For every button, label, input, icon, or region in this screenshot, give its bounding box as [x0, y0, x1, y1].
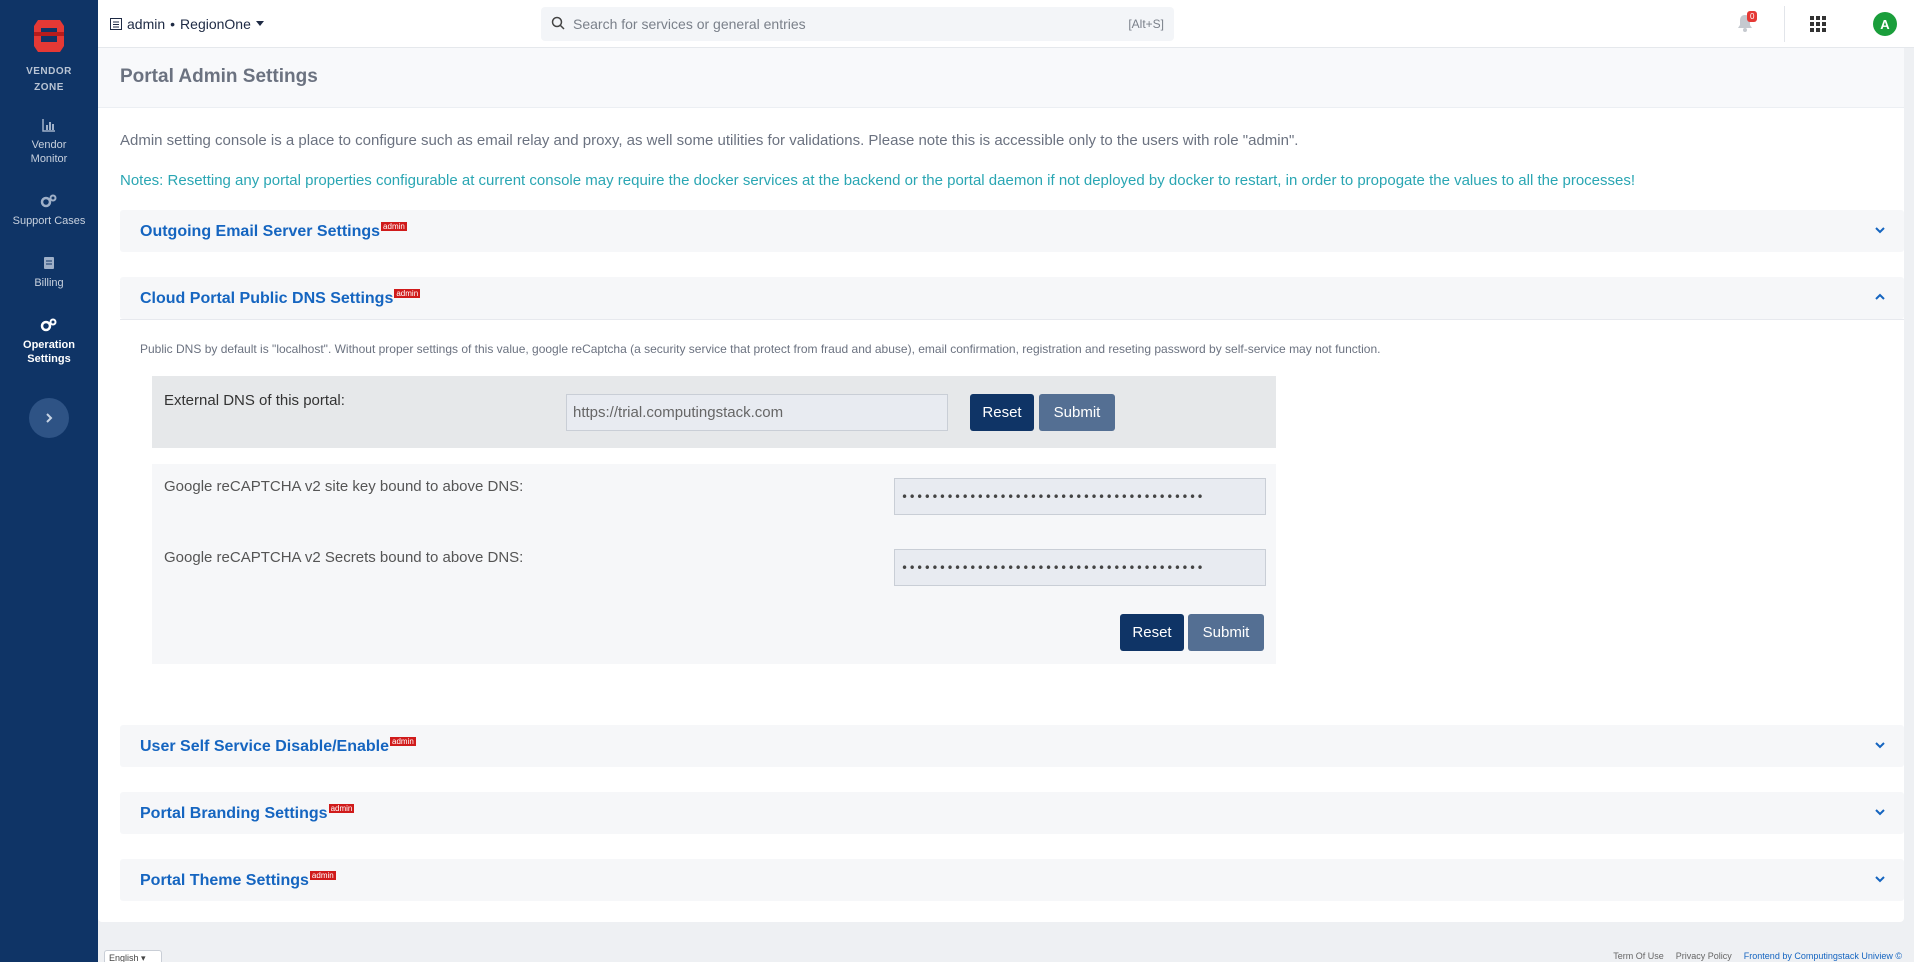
accordion-title: Portal Theme Settings admin: [140, 871, 336, 889]
admin-tag: admin: [309, 871, 336, 880]
sidebar-item-billing[interactable]: Billing: [0, 256, 98, 290]
separator-dot: •: [170, 16, 176, 32]
chevron-up-icon: [1875, 293, 1885, 300]
accordion-public-dns[interactable]: Cloud Portal Public DNS Settings admin: [120, 277, 1904, 319]
sidebar: VENDOR ZONE Vendor Monitor Support Cases…: [0, 0, 98, 962]
external-dns-input[interactable]: [566, 394, 948, 431]
vendor-logo-icon[interactable]: [32, 16, 66, 54]
accordion-title: Outgoing Email Server Settings admin: [140, 222, 407, 240]
accordion-title: User Self Service Disable/Enable admin: [140, 737, 416, 755]
admin-tag: admin: [390, 737, 416, 746]
brand-name: VENDOR ZONE: [26, 66, 72, 93]
accordion-title: Portal Branding Settings admin: [140, 804, 355, 822]
sidebar-item-operation-settings[interactable]: Operation Settings: [0, 318, 98, 366]
recaptcha-reset-button[interactable]: Reset: [1120, 614, 1184, 651]
page-title: Portal Admin Settings: [120, 66, 318, 87]
external-dns-label: External DNS of this portal:: [164, 392, 345, 409]
caret-down-icon: [255, 21, 264, 26]
accordion-outgoing-email[interactable]: Outgoing Email Server Settings admin: [120, 210, 1904, 252]
document-icon: [44, 257, 54, 269]
region-selector[interactable]: admin • RegionOne: [110, 16, 264, 32]
recaptcha-site-key-label: Google reCAPTCHA v2 site key bound to ab…: [164, 478, 524, 495]
search-input[interactable]: [573, 7, 1053, 41]
privacy-link[interactable]: Privacy Policy: [1676, 951, 1732, 961]
divider: [1784, 6, 1785, 42]
external-dns-form: External DNS of this portal: Reset Submi…: [152, 376, 1276, 448]
search-icon: [551, 16, 565, 30]
recaptcha-submit-button[interactable]: Submit: [1188, 614, 1264, 651]
footer-links: Term Of Use Privacy Policy Frontend by C…: [1613, 951, 1902, 961]
list-icon: [110, 18, 122, 30]
settings-card: Portal Admin Settings Admin setting cons…: [98, 48, 1904, 922]
top-bar: admin • RegionOne [Alt+S] 0 A: [98, 0, 1914, 48]
chevron-down-icon: [1875, 876, 1885, 883]
recaptcha-secret-label: Google reCAPTCHA v2 Secrets bound to abo…: [164, 549, 524, 566]
search-shortcut-hint: [Alt+S]: [1128, 17, 1164, 31]
language-select[interactable]: English ▾: [104, 950, 162, 962]
recaptcha-form: Google reCAPTCHA v2 site key bound to ab…: [152, 464, 1276, 664]
recaptcha-site-key-input[interactable]: [894, 478, 1266, 515]
user-avatar[interactable]: A: [1873, 12, 1897, 36]
card-header: Portal Admin Settings: [98, 48, 1904, 108]
user-name: admin: [127, 16, 166, 32]
dns-info-text: Public DNS by default is "localhost". Wi…: [140, 342, 1381, 356]
chevron-down-icon: [1875, 809, 1885, 816]
divider: [120, 319, 1904, 320]
sidebar-item-vendor-monitor[interactable]: Vendor Monitor: [0, 118, 98, 166]
bar-chart-icon: [42, 119, 55, 132]
chevron-down-icon: [1875, 227, 1885, 234]
gears-icon: [40, 194, 57, 208]
accordion-user-self-service[interactable]: User Self Service Disable/Enable admin: [120, 725, 1904, 767]
admin-tag: admin: [381, 222, 407, 231]
credit-link[interactable]: Frontend by Computingstack Uniview ©: [1744, 951, 1902, 961]
apps-grid-icon: [1810, 16, 1826, 32]
sidebar-expand-button[interactable]: [29, 398, 69, 438]
accordion-portal-branding[interactable]: Portal Branding Settings admin: [120, 792, 1904, 834]
chevron-right-icon: [46, 413, 53, 423]
admin-tag: admin: [328, 804, 355, 813]
notification-count-badge: 0: [1747, 11, 1758, 22]
accordion-portal-theme[interactable]: Portal Theme Settings admin: [120, 859, 1904, 901]
dns-submit-button[interactable]: Submit: [1039, 394, 1115, 431]
page-note: Notes: Resetting any portal properties c…: [120, 172, 1636, 189]
accordion-title: Cloud Portal Public DNS Settings admin: [140, 289, 421, 307]
chevron-down-icon: [1875, 742, 1885, 749]
region-name: RegionOne: [180, 16, 251, 32]
admin-tag: admin: [394, 289, 421, 298]
sidebar-item-support-cases[interactable]: Support Cases: [0, 194, 98, 228]
notifications-button[interactable]: 0: [1737, 11, 1758, 36]
gears-icon: [40, 318, 57, 332]
global-search[interactable]: [Alt+S]: [541, 7, 1174, 41]
terms-link[interactable]: Term Of Use: [1613, 951, 1664, 961]
dns-reset-button[interactable]: Reset: [970, 394, 1034, 431]
recaptcha-secret-input[interactable]: [894, 549, 1266, 586]
apps-grid-button[interactable]: [1810, 16, 1826, 36]
page-description: Admin setting console is a place to conf…: [120, 132, 1299, 149]
